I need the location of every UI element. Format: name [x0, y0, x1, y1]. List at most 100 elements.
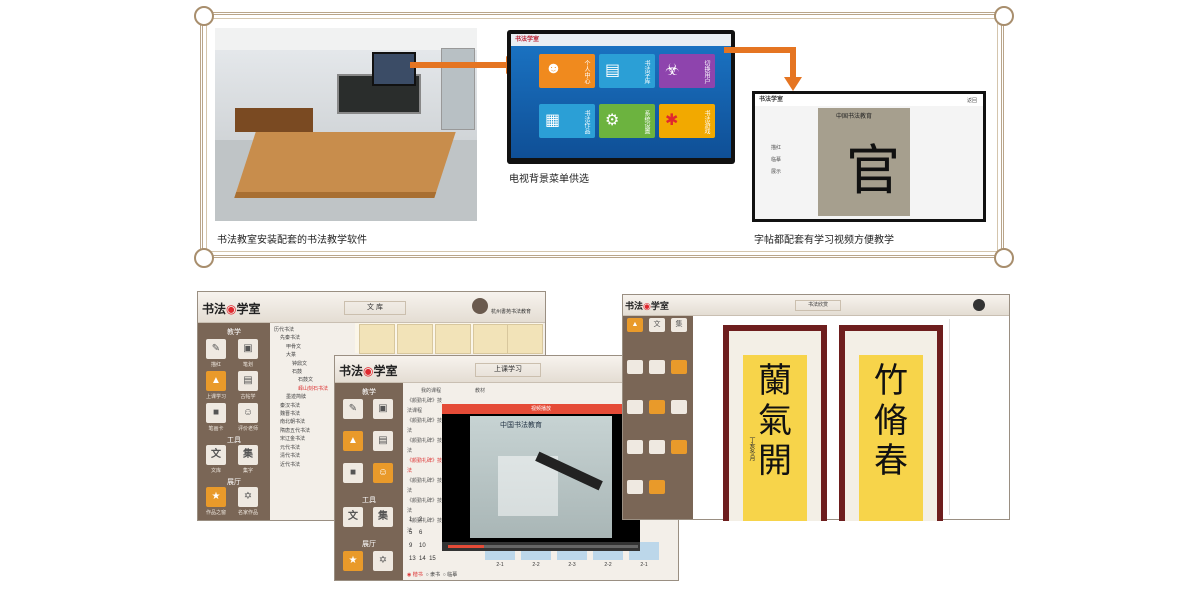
view-mode-option[interactable]: ◉ 楷书 [407, 572, 423, 578]
course-item[interactable]: 《颜勤礼碑》技法 [407, 476, 443, 496]
course-item[interactable]: 《颜勤礼碑》技法课程 [407, 396, 443, 416]
page-number[interactable]: 2 [419, 517, 422, 523]
masters-icon[interactable]: ✡ [373, 551, 393, 571]
copybook-back-button[interactable]: 返回 [967, 97, 977, 104]
page-number[interactable]: 5 [409, 530, 412, 536]
arrow-shaft [410, 62, 508, 68]
tv-tile-library[interactable]: ▤ 书法字库 [599, 54, 655, 88]
classroom-photo [215, 28, 477, 221]
class-icon[interactable]: ▲ [206, 371, 226, 391]
copybook-thumbnail[interactable] [507, 324, 543, 354]
page-number[interactable]: 14 [419, 556, 426, 562]
page-number[interactable]: 6 [419, 530, 422, 536]
sidebar-section-title: 教学 [227, 329, 241, 336]
view-mode-options: ◉ 楷书 ○ 隶书 ○ 临摹 [407, 571, 457, 578]
tool-icon[interactable] [649, 440, 665, 454]
course-item[interactable]: 《颜勤礼碑》技法 [407, 456, 443, 476]
collect-icon[interactable]: 集 [373, 507, 393, 527]
library-icon[interactable]: 文 [206, 445, 226, 465]
scroll-mount: 竹 脩 春 [845, 331, 937, 521]
gear-icon: ⚙ [605, 112, 620, 129]
copybook-side-item[interactable]: 描红 [771, 144, 781, 151]
frame-corner-ornament [994, 6, 1014, 26]
gallery-icon[interactable]: ★ [206, 487, 226, 507]
trace-icon[interactable]: ✎ [206, 339, 226, 359]
masters-icon[interactable]: ✡ [238, 487, 258, 507]
tool-icon[interactable] [671, 400, 687, 414]
tool-icon[interactable] [649, 400, 665, 414]
caption-classroom: 书法教室安装配套的书法教学软件 [217, 235, 367, 246]
copybook-thumbnail[interactable] [359, 324, 395, 354]
tv-tile-switch-user[interactable]: ☣ 切换用户 [659, 54, 715, 88]
tree-item[interactable]: 历代书法 [274, 326, 354, 334]
window-title: 上课学习 [475, 363, 541, 377]
course-item[interactable]: 《颜勤礼碑》技法 [407, 436, 443, 456]
course-item[interactable]: 《颜勤礼碑》技法 [407, 496, 443, 516]
avatar[interactable] [973, 299, 985, 311]
teacher-icon[interactable]: ☺ [373, 463, 393, 483]
tool-icon[interactable] [627, 360, 643, 374]
tv-tile-works[interactable]: ▦ 书法作品 [539, 104, 595, 138]
collect-icon[interactable]: 集 [671, 318, 687, 332]
tv-menu-screen: 书法学室 ☻ 个人中心 ▤ 书法字库 ☣ 切换用户 ▦ 书法作品 ⚙ 系统设置 ✱ 书法游戏 [507, 30, 735, 164]
material-label: 教材 [475, 388, 486, 394]
course-item[interactable]: 《颜勤礼碑》技法 [407, 416, 443, 436]
library-icon[interactable]: 文 [649, 318, 665, 332]
page-number[interactable]: 10 [419, 543, 426, 549]
copybook-side-item[interactable]: 展示 [771, 168, 781, 175]
arrow-shaft [790, 47, 796, 79]
page-thumbnail-label: 2-1 [496, 562, 504, 568]
sidebar-label: 集字 [242, 468, 253, 474]
tv-menu-title: 书法学室 [511, 34, 731, 46]
copybook-thumbnail[interactable] [435, 324, 471, 354]
tree-item[interactable]: 先秦书法 [274, 334, 354, 342]
book-icon[interactable]: ▤ [238, 371, 258, 391]
tv-tile-settings[interactable]: ⚙ 系统设置 [599, 104, 655, 138]
arrow-shaft [724, 47, 796, 53]
teacher-icon[interactable]: ☺ [238, 403, 258, 423]
copybook-thumbnail[interactable] [473, 324, 509, 354]
trace-icon[interactable]: ✎ [343, 399, 363, 419]
copybook-character: 官 [846, 139, 900, 202]
view-mode-option[interactable]: ○ 临摹 [443, 572, 457, 578]
library-icon[interactable]: 文 [343, 507, 363, 527]
tool-icon[interactable] [627, 440, 643, 454]
class-icon[interactable]: ▲ [627, 318, 643, 332]
tree-item[interactable]: 甲骨文 [274, 343, 354, 351]
tool-icon[interactable] [627, 400, 643, 414]
tool-icon[interactable] [671, 440, 687, 454]
view-mode-option[interactable]: ○ 隶书 [426, 572, 440, 578]
gallery-icon[interactable]: ★ [343, 551, 363, 571]
card-icon[interactable]: ■ [206, 403, 226, 423]
class-icon[interactable]: ▲ [343, 431, 363, 451]
copybook-thumbnail[interactable] [397, 324, 433, 354]
video-banner: 中国书法教育 [500, 422, 542, 429]
lesson-sidebar: 教学 ✎ ▣ ▲ ▤ ■ ☺ 工具 文 集 展厅 ★ ✡ [335, 383, 403, 580]
tv-tile-game[interactable]: ✱ 书法游戏 [659, 104, 715, 138]
tv-tile-personal[interactable]: ☻ 个人中心 [539, 54, 595, 88]
sidebar-label: 评价老师 [237, 426, 258, 432]
tool-icon[interactable] [649, 480, 665, 494]
tool-icon[interactable] [649, 360, 665, 374]
card-icon[interactable]: ■ [343, 463, 363, 483]
classroom-ceiling [215, 28, 477, 50]
stroke-icon[interactable]: ▣ [373, 399, 393, 419]
page-number[interactable]: 13 [409, 556, 416, 562]
tool-icon[interactable] [627, 480, 643, 494]
page-thumbnail-label: 2-2 [532, 562, 540, 568]
scroll-character: 脩 [874, 401, 908, 441]
sidebar-section-title: 展厅 [227, 479, 241, 486]
stroke-icon[interactable]: ▣ [238, 339, 258, 359]
page-number[interactable]: 15 [429, 556, 436, 562]
app-logo: 书法◉学室 [202, 302, 261, 316]
avatar[interactable] [472, 298, 488, 314]
appreciation-right-panel [949, 319, 1008, 515]
page-number[interactable]: 1 [409, 517, 412, 523]
book-icon[interactable]: ▤ [373, 431, 393, 451]
collect-icon[interactable]: 集 [238, 445, 258, 465]
video-player[interactable]: 视频播放 中国书法教育 [442, 404, 640, 551]
page-number[interactable]: 9 [409, 543, 412, 549]
wooden-stage [234, 132, 456, 198]
copybook-side-item[interactable]: 临摹 [771, 156, 781, 163]
tool-icon[interactable] [671, 360, 687, 374]
